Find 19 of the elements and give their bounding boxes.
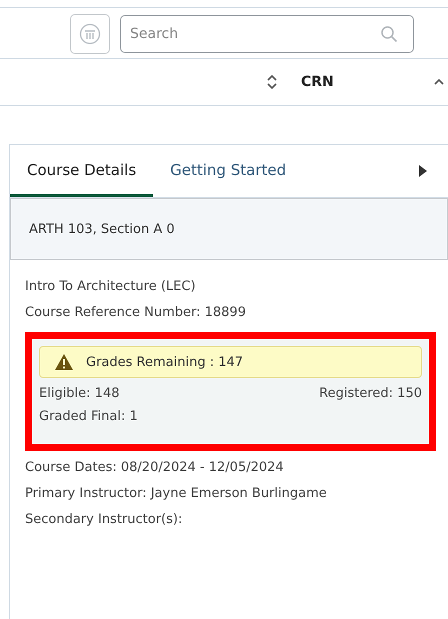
- detail-text: Intro To Architecture (LEC): [25, 278, 197, 296]
- detail-text: Course Dates: 08/20/2024 - 12/05/2024: [25, 459, 285, 477]
- alert-text: Grades Remaining : 147: [86, 354, 244, 370]
- search-field[interactable]: Search: [120, 15, 414, 53]
- detail-text: Primary Instructor: Jayne Emerson Burlingame: [25, 485, 328, 503]
- tab[interactable]: Getting Started: [153, 145, 304, 197]
- search-icon: [380, 25, 398, 43]
- detail-text: Course Reference Number: 18899: [25, 304, 247, 322]
- warning-icon: [54, 353, 74, 371]
- detail-text: Secondary Instructor(s):: [25, 511, 184, 529]
- columns-icon: [79, 23, 101, 45]
- registered-count: Registered: 150: [319, 386, 422, 401]
- eligible-count: Eligible: 148: [39, 386, 120, 401]
- section-title: ARTH 103, Section A 0: [29, 222, 175, 236]
- column-header[interactable]: CRN: [301, 74, 434, 90]
- graded-final-count: Graded Final: 1: [39, 409, 139, 424]
- next-arrow-icon[interactable]: [418, 164, 428, 178]
- caret-icon[interactable]: [434, 78, 444, 86]
- sort-icon[interactable]: [267, 74, 277, 90]
